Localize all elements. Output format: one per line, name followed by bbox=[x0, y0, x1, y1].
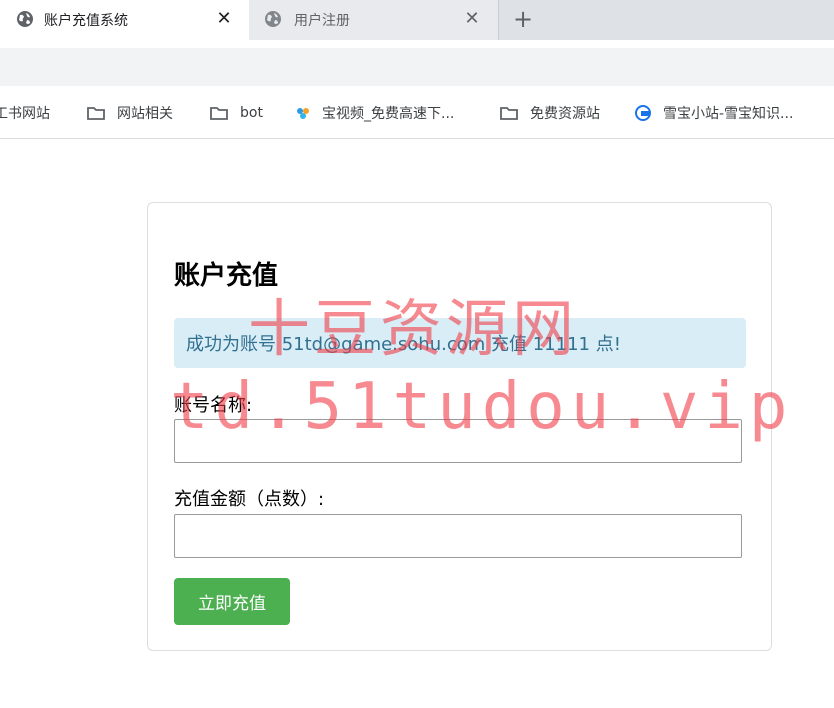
folder-icon bbox=[87, 107, 105, 120]
bookmark-label: 宝视频_免费高速下... bbox=[322, 106, 455, 122]
folder-icon bbox=[210, 107, 228, 120]
tab-separator bbox=[498, 0, 499, 40]
recharge-button[interactable]: 立即充值 bbox=[174, 578, 290, 625]
bookmark-folder[interactable]: 免费资源站 bbox=[499, 101, 600, 125]
bookmark-folder[interactable]: bot bbox=[209, 101, 263, 125]
bookmark-label: 网站相关 bbox=[117, 106, 173, 122]
address-bar[interactable] bbox=[0, 48, 834, 86]
snow-site-icon bbox=[635, 105, 651, 121]
bookmark-label: 雪宝小站-雪宝知识... bbox=[663, 106, 794, 122]
close-tab-icon[interactable]: ✕ bbox=[215, 8, 233, 30]
tab-title: 账户充值系统 bbox=[44, 13, 128, 29]
bookmark-item[interactable]: 雪宝小站-雪宝知识... bbox=[634, 101, 793, 125]
bookmarks-bar: 工书网站 网站相关 bot 宝视频_免费高速下... 免费资源站 雪宝小站-雪宝… bbox=[0, 87, 834, 139]
bookmark-label: 免费资源站 bbox=[530, 106, 600, 122]
tab-strip: 账户充值系统 ✕ 用户注册 ✕ + bbox=[0, 0, 834, 40]
folder-icon bbox=[500, 107, 518, 120]
browser-toolbar bbox=[0, 40, 834, 87]
close-tab-icon[interactable]: ✕ bbox=[463, 8, 481, 30]
account-input[interactable] bbox=[174, 419, 742, 463]
video-site-icon bbox=[297, 108, 309, 119]
bookmark-item[interactable]: 宝视频_免费高速下... bbox=[295, 101, 454, 125]
bookmark-item[interactable]: 工书网站 bbox=[0, 101, 50, 125]
page-title: 账户充值 bbox=[174, 261, 279, 291]
globe-icon bbox=[265, 11, 281, 27]
new-tab-button[interactable]: + bbox=[510, 4, 536, 34]
bookmark-label: bot bbox=[240, 105, 263, 121]
tab-recharge-system[interactable]: 账户充值系统 ✕ bbox=[0, 0, 249, 40]
account-label: 账号名称: bbox=[174, 395, 253, 416]
tab-title: 用户注册 bbox=[294, 13, 350, 29]
success-alert: 成功为账号 51td@game.sohu.com 充值 11111 点! bbox=[174, 318, 746, 368]
globe-icon bbox=[17, 11, 33, 27]
amount-input[interactable] bbox=[174, 514, 742, 558]
bookmark-folder[interactable]: 网站相关 bbox=[86, 101, 173, 125]
amount-label: 充值金额（点数）: bbox=[174, 489, 325, 510]
bookmark-label: 工书网站 bbox=[0, 106, 50, 122]
recharge-card: 账户充值 成功为账号 51td@game.sohu.com 充值 11111 点… bbox=[147, 202, 772, 651]
tab-user-register[interactable]: 用户注册 ✕ bbox=[249, 0, 498, 40]
